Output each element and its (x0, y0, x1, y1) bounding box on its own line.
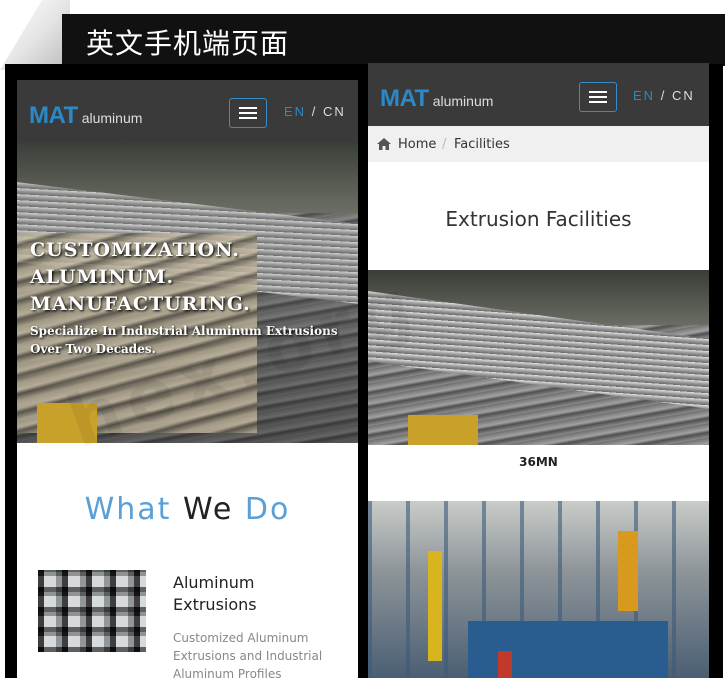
mobile-home-screen: MAT aluminum EN / CN CUSTOMIZATION. ALUMI… (17, 80, 358, 678)
hero-subtitle: Specialize In Industrial Aluminum Extrus… (30, 324, 338, 356)
facility-crane (428, 551, 442, 661)
heading-word-1: What (84, 492, 172, 527)
heading-word-2: We (182, 492, 234, 527)
lang-separator: / (311, 104, 318, 119)
top-nav: MAT aluminum EN / CN (368, 63, 709, 126)
hamburger-menu-button[interactable] (229, 98, 267, 128)
hero-line-1: CUSTOMIZATION. (30, 239, 240, 261)
page-title: Extrusion Facilities (445, 207, 632, 231)
breadcrumb-home-link[interactable]: Home (398, 137, 436, 152)
menu-bar-icon (239, 117, 257, 119)
hero-machine (37, 403, 97, 443)
logo-sub: aluminum (81, 110, 143, 126)
menu-bar-icon (589, 91, 607, 93)
lang-en-link[interactable]: EN (284, 104, 306, 119)
facility-machine (408, 415, 478, 445)
lang-cn-link[interactable]: CN (672, 88, 695, 103)
language-switcher: EN / CN (633, 88, 695, 103)
language-switcher: EN / CN (284, 104, 346, 119)
mobile-facilities-screen: MAT aluminum EN / CN Home / Facilities Ex… (368, 63, 709, 678)
facility-worker (498, 651, 512, 678)
section-heading: What We Do (17, 492, 358, 527)
logo[interactable]: MAT aluminum (380, 85, 493, 113)
breadcrumb-current: Facilities (454, 137, 510, 152)
hero-text: CUSTOMIZATION. ALUMINUM. MANUFACTURING. … (30, 237, 354, 358)
product-image[interactable] (38, 570, 146, 652)
hero-line-3: MANUFACTURING. (30, 293, 251, 315)
home-icon[interactable] (377, 138, 391, 150)
hamburger-menu-button[interactable] (579, 82, 617, 112)
breadcrumb-separator: / (442, 137, 447, 152)
lang-separator: / (660, 88, 667, 103)
facility-caption: 36MN (519, 455, 558, 469)
facility-image-1[interactable] (368, 270, 709, 445)
menu-bar-icon (239, 112, 257, 114)
lang-cn-link[interactable]: CN (323, 104, 346, 119)
product-description: Customized Aluminum Extrusions and Indus… (173, 631, 323, 678)
facility-crane (618, 531, 638, 611)
logo[interactable]: MAT aluminum (29, 102, 142, 130)
menu-bar-icon (589, 101, 607, 103)
top-nav: MAT aluminum EN / CN (17, 80, 358, 143)
logo-main: MAT (29, 102, 78, 129)
heading-word-3: Do (244, 492, 291, 527)
logo-main: MAT (380, 85, 429, 112)
product-title[interactable]: Aluminum Extrusions (173, 572, 283, 616)
hero-line-2: ALUMINUM. (30, 266, 175, 288)
page-header-title: 英文手机端页面 (86, 27, 290, 60)
lang-en-link[interactable]: EN (633, 88, 655, 103)
logo-sub: aluminum (432, 93, 494, 109)
menu-bar-icon (239, 107, 257, 109)
menu-bar-icon (589, 96, 607, 98)
facility-rollers (368, 350, 618, 445)
facility-image-2[interactable] (368, 501, 709, 678)
